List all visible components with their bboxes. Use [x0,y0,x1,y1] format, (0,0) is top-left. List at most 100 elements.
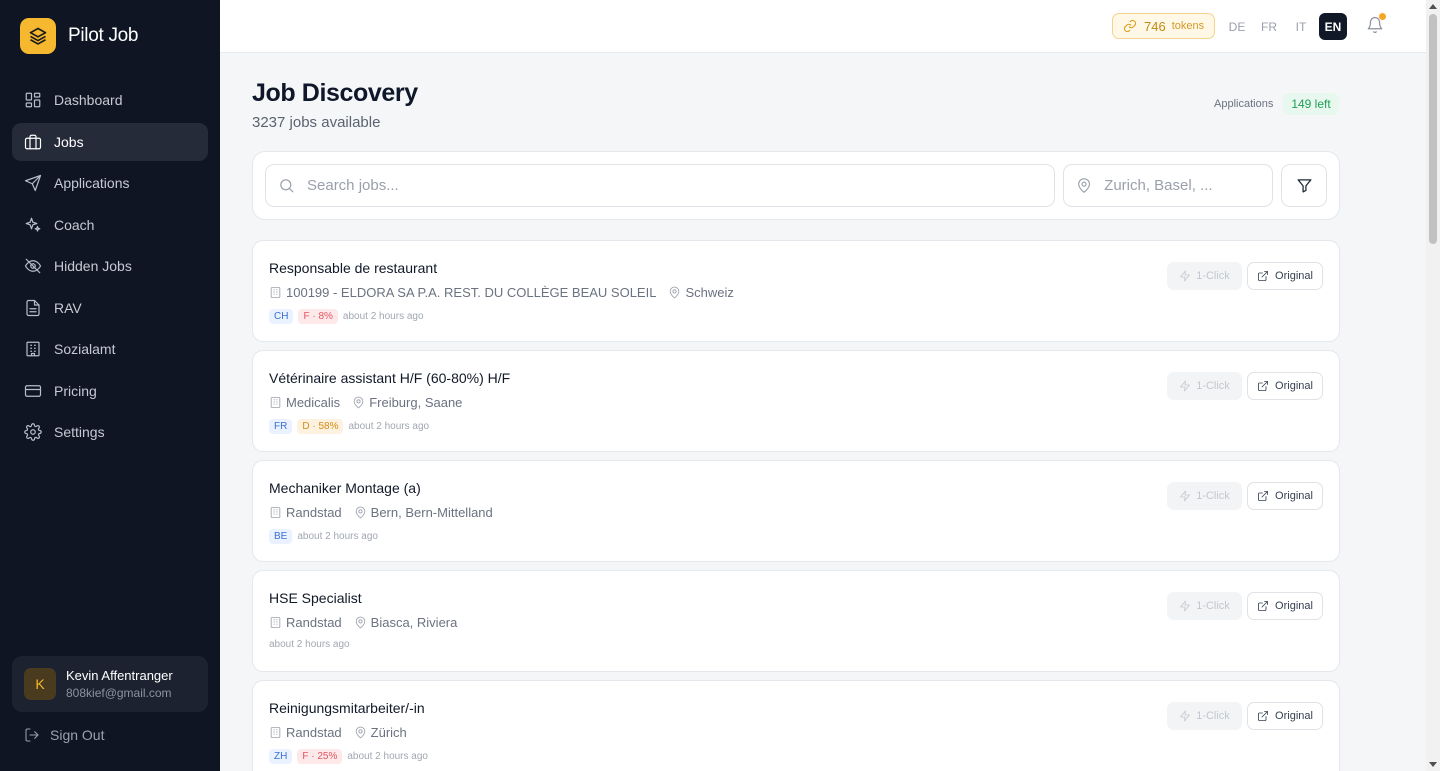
job-title[interactable]: Reinigungsmitarbeiter/-in [269,700,425,716]
job-tags: CH F · 8% about 2 hours ago [269,309,424,324]
one-click-apply-button[interactable]: 1-Click [1167,372,1242,400]
sidebar-item-jobs[interactable]: Jobs [12,122,208,161]
filter-icon [1296,179,1312,193]
one-click-label: 1-Click [1196,600,1230,612]
lang-en-button[interactable]: EN [1319,13,1347,40]
company-name: Randstad [286,725,342,740]
building-icon [24,340,42,358]
tokens-label: tokens [1171,20,1205,32]
link-icon [1123,19,1137,33]
scrollbar[interactable] [1426,0,1440,771]
sidebar-item-pricing[interactable]: Pricing [12,372,208,410]
sign-out-button[interactable]: Sign Out [24,727,104,743]
job-location: Freiburg, Saane [369,395,463,410]
notification-dot [1379,13,1386,20]
job-card[interactable]: Reinigungsmitarbeiter/-in Randstad Züric… [252,680,1340,771]
one-click-apply-button[interactable]: 1-Click [1167,592,1242,620]
scroll-down-arrow-icon[interactable] [1429,762,1437,767]
location-input[interactable] [1104,177,1272,194]
external-link-icon [1258,491,1268,501]
sidebar-item-hidden-jobs[interactable]: Hidden Jobs [12,247,208,285]
job-title[interactable]: Mechaniker Montage (a) [269,480,421,496]
job-meta: Randstad Biasca, Riviera [269,615,457,630]
external-link-icon [1258,271,1268,281]
original-link-button[interactable]: Original [1247,592,1323,620]
dashboard-icon [24,91,42,109]
top-bar: 746 tokens DE FR IT EN [220,0,1426,53]
company-name: Randstad [286,505,342,520]
sidebar-item-label: Applications [54,175,130,191]
company-name: Medicalis [286,395,341,410]
job-card[interactable]: Mechaniker Montage (a) Randstad Bern, Be… [252,460,1340,562]
logout-icon [25,728,39,742]
job-card[interactable]: Responsable de restaurant 100199 - ELDOR… [252,240,1340,342]
sidebar-item-rav[interactable]: RAV [12,289,208,327]
map-pin-icon [1078,178,1091,193]
sidebar-item-settings[interactable]: Settings [12,413,208,451]
job-card[interactable]: Vétérinaire assistant H/F (60-80%) H/F M… [252,350,1340,452]
external-link-icon [1258,711,1268,721]
original-link-button[interactable]: Original [1247,372,1323,400]
job-title[interactable]: Responsable de restaurant [269,260,437,276]
one-click-label: 1-Click [1196,380,1230,392]
original-link-button[interactable]: Original [1247,262,1323,290]
sidebar-item-label: Hidden Jobs [54,258,132,274]
building-icon [270,397,281,408]
user-email: 808kief@gmail.com [66,686,172,700]
match-score-badge: D · 58% [297,419,344,434]
job-title[interactable]: HSE Specialist [269,590,362,606]
tokens-badge[interactable]: 746 tokens [1112,13,1216,39]
job-meta: Medicalis Freiburg, Saane [269,395,462,410]
job-meta: Randstad Zürich [269,725,407,740]
building-icon [270,507,281,518]
search-icon [280,179,294,193]
lang-fr-button[interactable]: FR [1255,13,1283,40]
canton-badge: FR [269,419,293,434]
avatar: K [24,668,56,700]
job-card[interactable]: HSE Specialist Randstad Biasca, Riviera … [252,570,1340,672]
job-tags: BE about 2 hours ago [269,529,378,544]
sidebar-item-sozialamt[interactable]: Sozialamt [12,330,208,368]
original-label: Original [1275,270,1313,282]
lang-de-button[interactable]: DE [1223,13,1251,40]
search-field[interactable] [265,164,1055,207]
original-link-button[interactable]: Original [1247,482,1323,510]
sparkles-icon [24,216,42,234]
original-link-button[interactable]: Original [1247,702,1323,730]
one-click-label: 1-Click [1196,270,1230,282]
posted-time: about 2 hours ago [347,751,428,762]
posted-time: about 2 hours ago [348,421,430,432]
eye-off-icon [24,257,42,275]
user-card[interactable]: K Kevin Affentranger 808kief@gmail.com [12,656,208,712]
lang-it-button[interactable]: IT [1287,13,1315,40]
sidebar-item-dashboard[interactable]: Dashboard [12,81,208,119]
brand[interactable]: Pilot Job [20,18,138,54]
job-tags: about 2 hours ago [269,639,350,650]
sidebar-item-coach[interactable]: Coach [12,206,208,244]
sidebar-item-applications[interactable]: Applications [12,164,208,202]
building-icon [270,617,281,628]
notifications-button[interactable] [1366,13,1386,36]
one-click-apply-button[interactable]: 1-Click [1167,482,1242,510]
posted-time: about 2 hours ago [297,531,378,542]
one-click-apply-button[interactable]: 1-Click [1167,262,1242,290]
sidebar-item-label: Settings [54,424,105,440]
job-meta: Randstad Bern, Bern-Mittelland [269,505,493,520]
location-field[interactable] [1063,164,1273,207]
user-info: Kevin Affentranger 808kief@gmail.com [66,668,173,700]
one-click-apply-button[interactable]: 1-Click [1167,702,1242,730]
tokens-count: 746 [1144,18,1166,34]
applications-left: Applications 149 left [1214,93,1339,115]
scroll-thumb[interactable] [1429,14,1437,244]
canton-badge: BE [269,529,293,544]
jobs-count: 3237 jobs available [252,114,381,131]
job-title[interactable]: Vétérinaire assistant H/F (60-80%) H/F [269,370,510,386]
search-input[interactable] [307,177,1006,194]
credit-card-icon [24,382,42,400]
lightning-icon [1180,490,1191,502]
scroll-up-arrow-icon[interactable] [1429,4,1437,9]
map-pin-icon [353,396,364,409]
filter-button[interactable] [1281,164,1327,207]
lightning-icon [1180,270,1191,282]
external-link-icon [1258,381,1268,391]
